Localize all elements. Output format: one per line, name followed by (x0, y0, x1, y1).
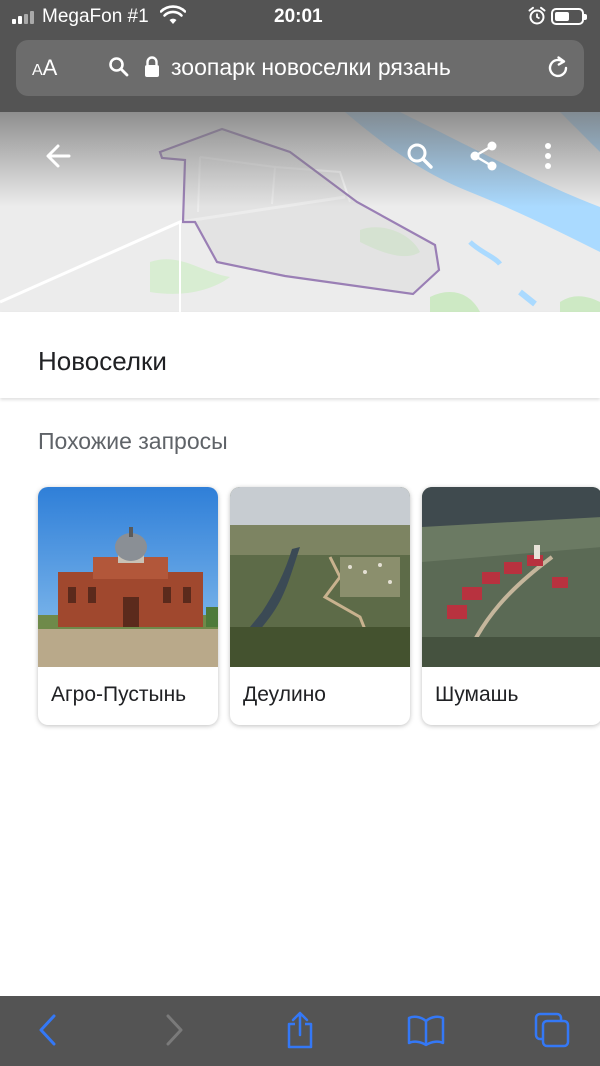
related-searches-carousel[interactable]: Агро-Пустынь Деулино Шумашь (0, 487, 600, 737)
status-time: 20:01 (274, 6, 323, 27)
related-card-label: Деулино (243, 683, 326, 706)
browser-bookmarks-button[interactable] (404, 1010, 448, 1050)
related-card-deulino[interactable]: Деулино (230, 487, 410, 725)
share-icon (287, 1011, 313, 1049)
share-icon (470, 141, 497, 171)
map-share-button[interactable] (462, 134, 506, 178)
address-bar[interactable]: AA зоопарк новоселки рязань (16, 40, 584, 96)
text-size-button[interactable]: AA (32, 55, 57, 81)
status-bar: MegaFon #1 20:01 (0, 0, 600, 34)
carrier-name: MegaFon #1 (42, 6, 149, 27)
map-top-shade (0, 112, 600, 207)
chevron-left-icon (39, 1014, 56, 1046)
browser-forward-button[interactable] (152, 1010, 196, 1050)
place-title: Новоселки (38, 346, 167, 376)
browser-share-button[interactable] (278, 1010, 322, 1050)
cellular-signal-icon (12, 11, 34, 24)
browser-chrome: MegaFon #1 20:01 AA зоопарк новоселки ря… (0, 0, 600, 112)
lock-icon (145, 56, 159, 77)
map-view[interactable] (0, 112, 600, 312)
browser-back-button[interactable] (26, 1010, 70, 1050)
battery-icon (551, 8, 587, 25)
wifi-icon (160, 5, 186, 24)
map-search-button[interactable] (398, 134, 442, 178)
back-arrow-icon (46, 144, 71, 168)
related-card-label: Агро-Пустынь (51, 683, 187, 706)
related-card-label: Шумашь (435, 683, 519, 706)
reload-icon[interactable] (544, 54, 572, 82)
related-card-image (38, 487, 218, 667)
url-text[interactable]: зоопарк новоселки рязань (171, 54, 451, 81)
more-vert-icon (545, 143, 551, 169)
related-searches-title: Похожие запросы (38, 428, 228, 454)
tabs-icon (534, 1012, 570, 1048)
alarm-clock-icon (528, 6, 546, 25)
map-back-button[interactable] (36, 134, 80, 178)
related-card-image (230, 487, 410, 667)
search-icon (407, 143, 433, 169)
search-icon (109, 57, 129, 77)
book-icon (407, 1015, 445, 1047)
related-card-shumash[interactable]: Шумашь (422, 487, 600, 725)
related-card-image (422, 487, 600, 667)
place-card: Новоселки (0, 312, 600, 398)
browser-toolbar (0, 996, 600, 1066)
related-card-agro-pustyn[interactable]: Агро-Пустынь (38, 487, 218, 725)
map-more-button[interactable] (526, 134, 570, 178)
browser-tabs-button[interactable] (530, 1010, 574, 1050)
chevron-right-icon (166, 1014, 183, 1046)
